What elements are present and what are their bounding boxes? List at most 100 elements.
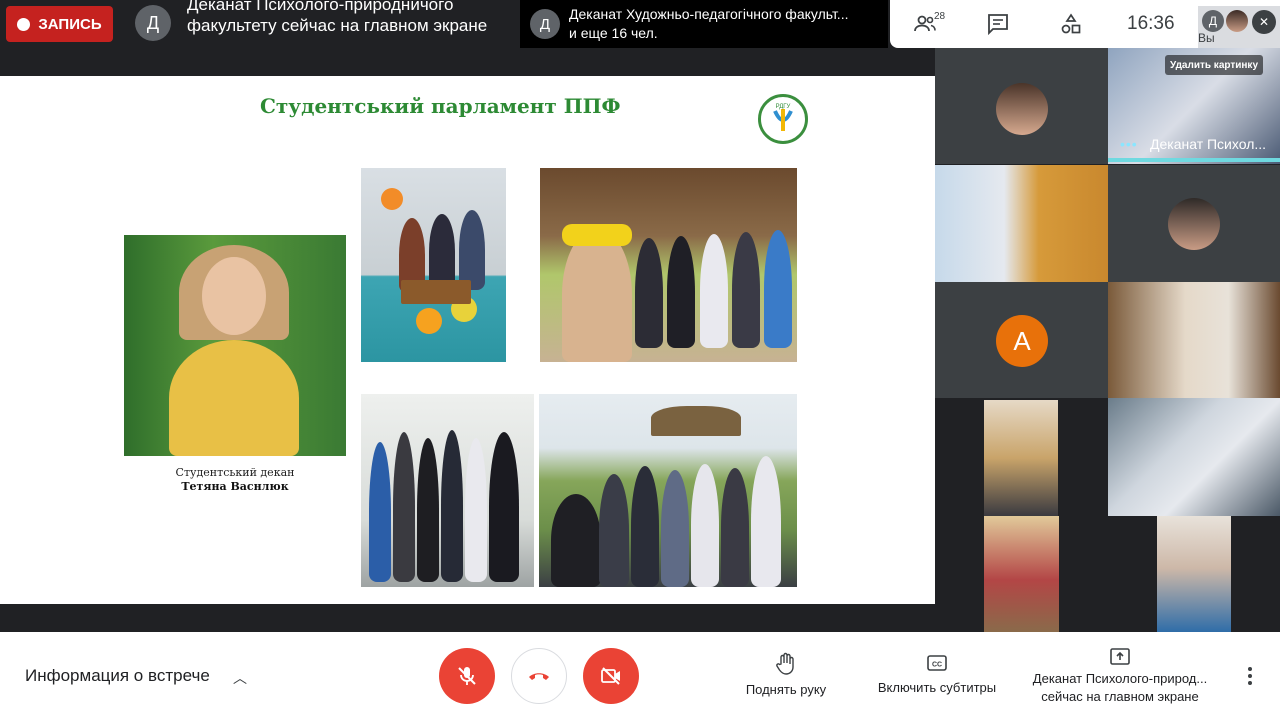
person-shape bbox=[732, 232, 760, 348]
join-notification: Д Деканат Художньо-педагогічного факульт… bbox=[520, 0, 888, 48]
table-shape bbox=[401, 280, 471, 304]
presenting-line2: сейчас на главном экране bbox=[1041, 689, 1199, 704]
group-photo-gazebo bbox=[540, 168, 797, 362]
self-avatar: Д bbox=[1202, 10, 1224, 32]
person-shape bbox=[631, 466, 659, 587]
person-shape bbox=[551, 494, 601, 587]
participant-tile[interactable] bbox=[935, 516, 1108, 632]
presenting-line1: Деканат Психолого-природ... bbox=[1032, 671, 1208, 686]
person-shape bbox=[661, 470, 689, 587]
participant-video bbox=[1157, 516, 1231, 632]
university-logo: РДГУ bbox=[758, 94, 808, 144]
activities-icon[interactable] bbox=[1059, 12, 1083, 36]
self-view-tile[interactable]: Д ✕ Вы bbox=[1198, 6, 1280, 48]
person-shape bbox=[562, 228, 632, 362]
closed-captions-icon: CC bbox=[927, 655, 947, 671]
camera-toggle-button[interactable] bbox=[583, 648, 639, 704]
raise-hand-button[interactable]: Поднять руку bbox=[738, 652, 834, 697]
dean-role-caption: Студентський декан bbox=[175, 466, 295, 479]
participant-tile[interactable] bbox=[1108, 516, 1280, 632]
self-label: Вы bbox=[1198, 31, 1215, 45]
presentation-slide: Студентський парламент ППФ РДГУ Студентс… bbox=[0, 76, 935, 604]
person-shape bbox=[667, 236, 695, 348]
notification-text: Деканат Художньо-педагогічного факульт..… bbox=[569, 5, 869, 43]
person-shape bbox=[700, 234, 728, 348]
raise-hand-label: Поднять руку bbox=[745, 682, 827, 697]
person-shape bbox=[764, 230, 792, 348]
participant-tile[interactable] bbox=[935, 165, 1108, 282]
chevron-up-icon[interactable]: ︿ bbox=[233, 668, 247, 688]
participant-avatar bbox=[1168, 198, 1220, 250]
participants-count: 28 bbox=[934, 11, 946, 22]
meet-window: ЗАПИСЬ Д Деканат Психолого-природничого … bbox=[0, 0, 1280, 720]
record-dot-icon bbox=[17, 17, 31, 31]
participant-tile[interactable] bbox=[935, 398, 1108, 516]
logo-text: РДГУ bbox=[776, 104, 791, 110]
participant-avatar bbox=[996, 83, 1048, 135]
slide-title: Студентський парламент ППФ bbox=[260, 94, 621, 118]
svg-text:CC: CC bbox=[932, 662, 942, 669]
leave-call-button[interactable] bbox=[511, 648, 567, 704]
person-shape bbox=[465, 438, 487, 582]
participant-avatar: А bbox=[996, 315, 1048, 367]
speaking-bar bbox=[1108, 158, 1280, 162]
person-shape bbox=[489, 432, 519, 582]
camera-off-icon bbox=[601, 667, 620, 685]
group-photo-outdoor bbox=[539, 394, 797, 587]
person-shape bbox=[393, 432, 415, 582]
balloon-shape bbox=[381, 188, 403, 210]
person-shape bbox=[441, 430, 463, 582]
recording-label: ЗАПИСЬ bbox=[38, 15, 102, 33]
notification-line1: Деканат Художньо-педагогічного факульт..… bbox=[569, 6, 849, 22]
person-shape bbox=[691, 464, 719, 587]
speaking-indicator-icon: ••• bbox=[1120, 136, 1138, 152]
notification-line2: и еще 16 чел. bbox=[569, 25, 658, 41]
person-shape bbox=[417, 438, 439, 582]
notification-avatar: Д bbox=[530, 9, 560, 39]
group-photo-balloons bbox=[361, 168, 506, 362]
present-screen-icon bbox=[1110, 648, 1130, 665]
more-options-icon[interactable] bbox=[1238, 664, 1262, 688]
participant-video bbox=[984, 400, 1058, 516]
student-dean-photo bbox=[124, 235, 346, 456]
hang-up-icon bbox=[529, 673, 549, 680]
person-shape bbox=[369, 442, 391, 582]
group-photo-hall bbox=[361, 394, 534, 587]
flower-crown-shape bbox=[562, 224, 632, 246]
captions-label: Включить субтитры bbox=[877, 680, 997, 695]
face-shape bbox=[202, 257, 266, 335]
person-shape bbox=[429, 214, 455, 289]
remove-picture-button[interactable]: Удалить картинку bbox=[1165, 55, 1263, 75]
person-shape bbox=[635, 238, 663, 348]
clock: 16:36 bbox=[1127, 13, 1175, 34]
close-self-view-icon[interactable]: ✕ bbox=[1252, 10, 1276, 34]
person-shape bbox=[751, 456, 781, 587]
captions-button[interactable]: CC Включить субтитры bbox=[868, 652, 1006, 695]
sweater-shape bbox=[169, 340, 299, 456]
balloon-shape bbox=[416, 308, 442, 334]
microphone-toggle-button[interactable] bbox=[439, 648, 495, 704]
meeting-info-button[interactable]: Информация о встрече bbox=[25, 666, 210, 686]
participant-tile[interactable] bbox=[1108, 282, 1280, 398]
participant-tile[interactable] bbox=[1108, 398, 1280, 516]
recording-indicator[interactable]: ЗАПИСЬ bbox=[6, 6, 113, 42]
self-photo bbox=[1226, 10, 1248, 32]
mic-off-icon bbox=[458, 667, 476, 685]
participant-video bbox=[984, 516, 1059, 632]
chat-icon[interactable] bbox=[986, 12, 1010, 36]
participant-name: Деканат Психол... bbox=[1150, 136, 1267, 152]
participant-tile[interactable] bbox=[935, 48, 1108, 164]
participant-tile[interactable] bbox=[1108, 165, 1280, 282]
presenter-avatar: Д bbox=[135, 5, 171, 41]
logo-emblem-icon: РДГУ bbox=[773, 104, 793, 131]
dean-name-caption: Тетяна Васнлюк bbox=[181, 480, 289, 493]
raise-hand-icon bbox=[776, 652, 794, 675]
person-shape bbox=[459, 210, 485, 290]
person-shape bbox=[721, 468, 749, 587]
participant-tile[interactable]: А bbox=[935, 282, 1108, 398]
person-shape bbox=[599, 474, 629, 587]
gazebo-roof-shape bbox=[651, 406, 741, 436]
presenter-status-text: Деканат Психолого-природничого факультет… bbox=[187, 0, 488, 35]
avatar-letter: А bbox=[1013, 325, 1031, 356]
presentation-button[interactable]: Деканат Психолого-природ... сейчас на гл… bbox=[1022, 646, 1218, 706]
